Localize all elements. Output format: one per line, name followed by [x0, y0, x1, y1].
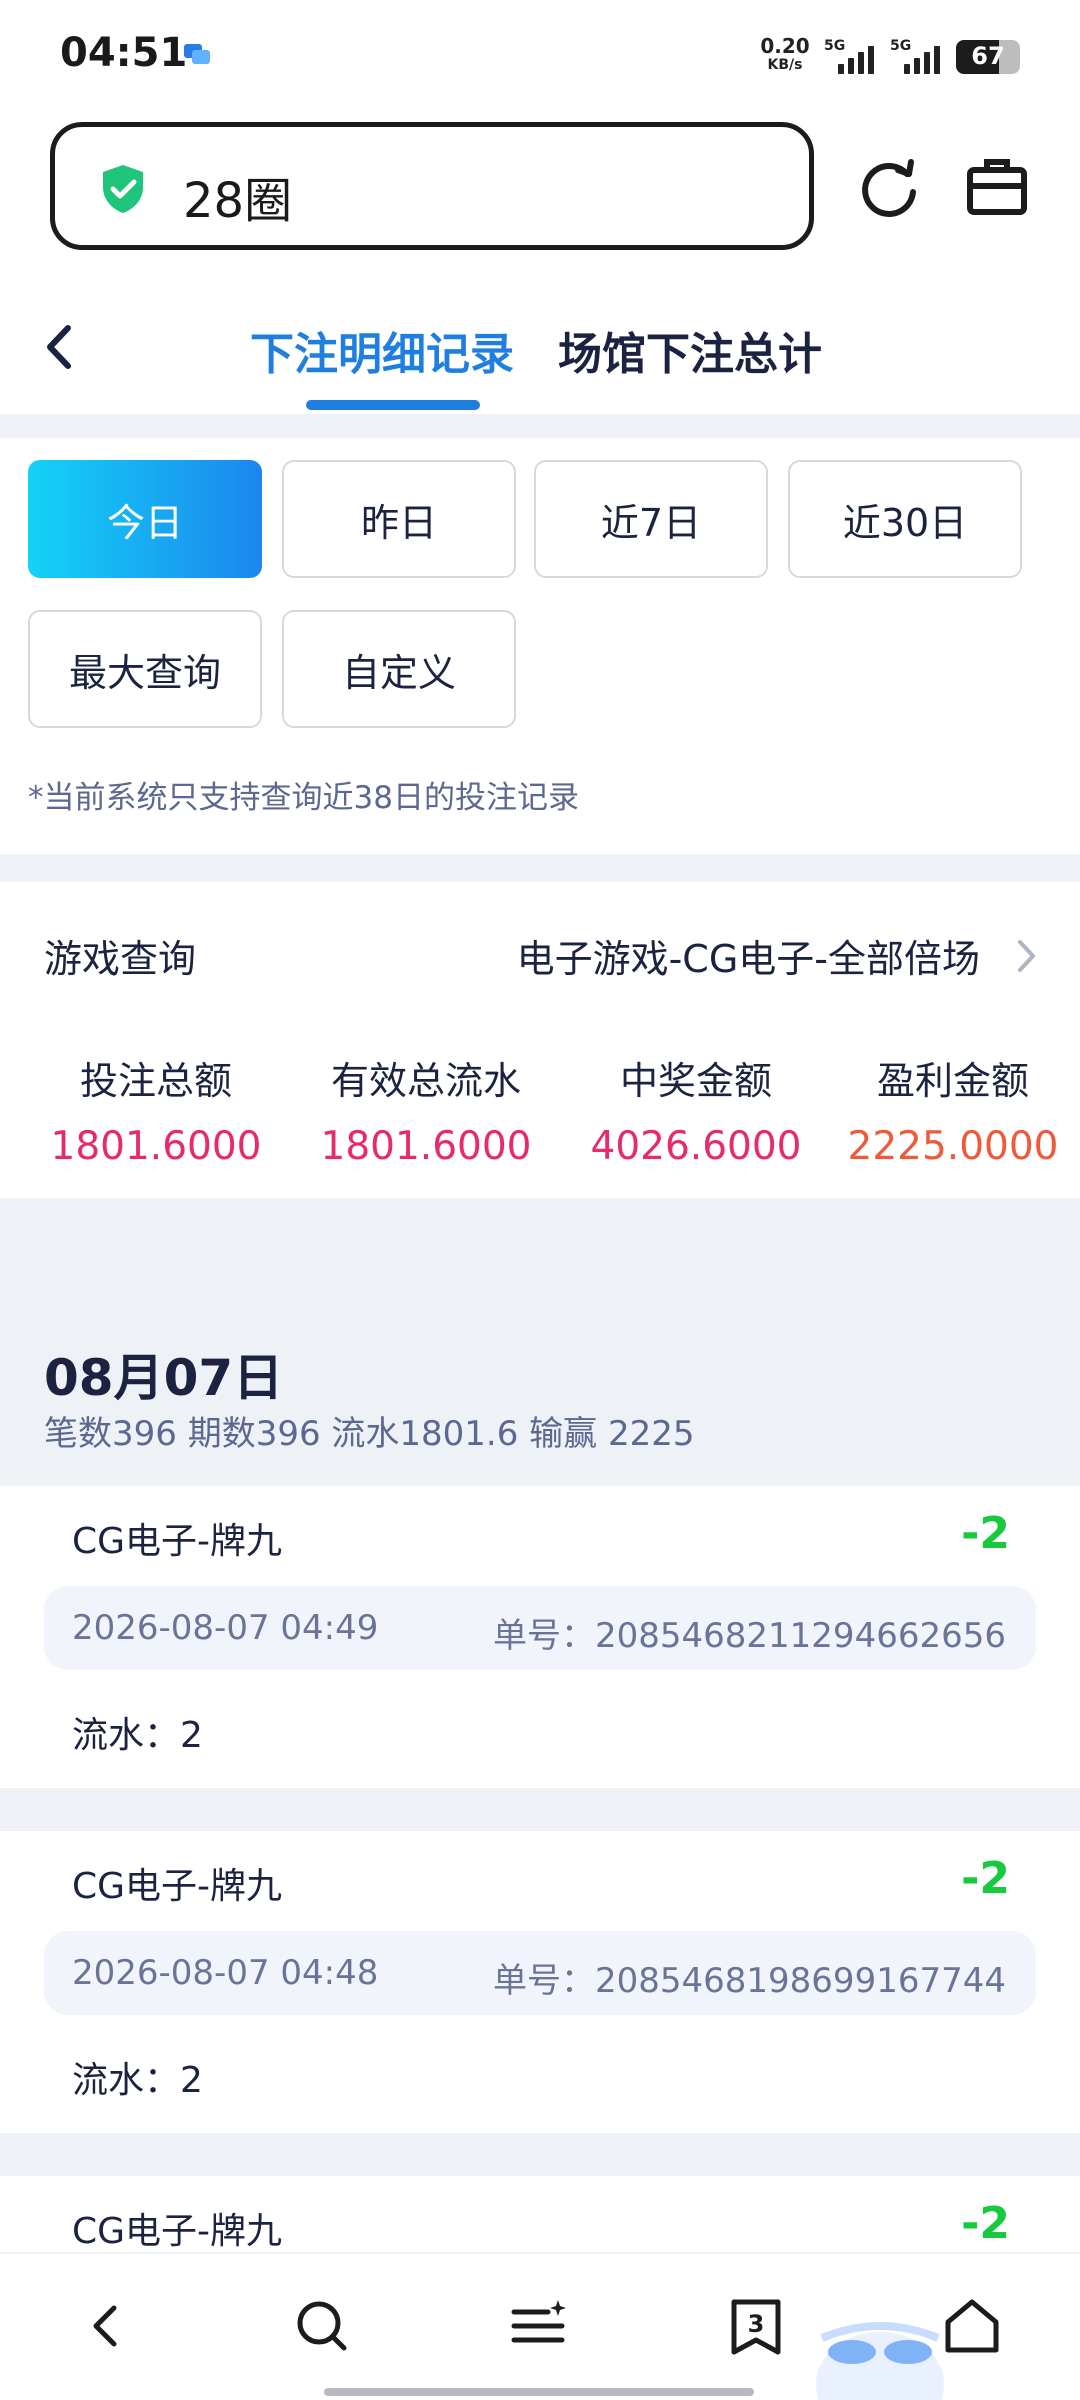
day-title: 08月07日 [44, 1349, 284, 1407]
signal-icon: 5G [824, 38, 886, 74]
bet-record[interactable]: CG电子-牌九 -2 [0, 2176, 1080, 2252]
url-text: 28圈 [183, 173, 293, 229]
record-game-name: CG电子-牌九 [72, 1521, 283, 1562]
mascot-decoration [816, 2322, 944, 2400]
browser-header: 28圈 下注明细记录 场馆下注总计 [0, 112, 1080, 414]
total-bet-value: 1801.6000 [50, 1124, 262, 1169]
record-meta: 2026-08-07 04:49 单号：2085468211294662656 [44, 1586, 1036, 1670]
query-range-notice: *当前系统只支持查询近38日的投注记录 [28, 780, 579, 816]
briefcase-icon[interactable] [962, 152, 1032, 222]
record-order-number: 单号：2085468211294662656 [492, 1616, 1006, 1656]
record-turnover: 流水：2 [72, 2060, 203, 2101]
back-icon[interactable] [76, 2294, 140, 2358]
record-time: 2026-08-07 04:49 [72, 1608, 379, 1648]
tab-venue-totals[interactable]: 场馆下注总计 [558, 318, 822, 382]
tab-bet-details[interactable]: 下注明细记录 [250, 318, 514, 382]
profit-amount-value: 2225.0000 [847, 1124, 1059, 1169]
search-icon[interactable] [290, 2294, 354, 2358]
record-amount: -2 [961, 1853, 1010, 1904]
filter-max-range[interactable]: 最大查询 [28, 610, 262, 728]
home-icon[interactable] [940, 2294, 1004, 2358]
bet-record[interactable]: CG电子-牌九 -2 2026-08-07 04:48 单号：208546819… [0, 1831, 1080, 2133]
url-bar[interactable]: 28圈 [50, 122, 814, 250]
game-query-card: 游戏查询 电子游戏-CG电子-全部倍场 投注总额 1801.6000 有效总流水… [0, 882, 1080, 1198]
record-time: 2026-08-07 04:48 [72, 1953, 379, 1993]
home-indicator[interactable] [324, 2388, 754, 2396]
filter-today[interactable]: 今日 [28, 460, 262, 578]
shield-check-icon [103, 165, 143, 213]
refresh-icon[interactable] [854, 152, 924, 222]
filter-30-days[interactable]: 近30日 [788, 460, 1022, 578]
record-game-name: CG电子-牌九 [72, 1866, 283, 1907]
valid-turnover-value: 1801.6000 [320, 1124, 532, 1169]
svg-text:3: 3 [748, 2310, 765, 2338]
status-bar: 04:51 0.20 KB/s 5G 5G 67 [0, 0, 1080, 112]
network-speed: 0.20 KB/s [760, 34, 810, 73]
back-arrow-icon[interactable] [30, 312, 90, 382]
record-amount: -2 [961, 1508, 1010, 1559]
status-time: 04:51 [60, 30, 188, 76]
filter-7-days[interactable]: 近7日 [534, 460, 768, 578]
game-query-label: 游戏查询 [44, 937, 197, 981]
bet-record[interactable]: CG电子-牌九 -2 2026-08-07 04:49 单号：208546821… [0, 1486, 1080, 1788]
filter-custom[interactable]: 自定义 [282, 610, 516, 728]
record-order-number: 单号：2085468198699167744 [492, 1961, 1006, 2001]
signal-icon: 5G [890, 38, 952, 74]
battery-icon: 67 [956, 40, 1020, 74]
filter-yesterday[interactable]: 昨日 [282, 460, 516, 578]
chat-app-icon [184, 44, 210, 64]
record-turnover: 流水：2 [72, 1715, 203, 1756]
date-filter-panel: 今日 昨日 近7日 近30日 最大查询 自定义 *当前系统只支持查询近38日的投… [0, 438, 1080, 854]
record-amount: -2 [961, 2198, 1010, 2249]
day-summary: 笔数396 期数396 流水1801.6 输赢 2225 [44, 1414, 695, 1454]
record-game-name: CG电子-牌九 [72, 2211, 283, 2252]
chevron-right-icon[interactable] [1016, 938, 1038, 974]
game-query-selector[interactable]: 电子游戏-CG电子-全部倍场 [517, 928, 980, 983]
winning-amount-value: 4026.6000 [590, 1124, 802, 1169]
menu-icon[interactable] [506, 2294, 570, 2358]
bottom-navigation: 3 [0, 2252, 1080, 2400]
record-meta: 2026-08-07 04:48 单号：2085468198699167744 [44, 1931, 1036, 2015]
tab-indicator [306, 400, 480, 410]
tabs-icon[interactable]: 3 [724, 2294, 788, 2358]
